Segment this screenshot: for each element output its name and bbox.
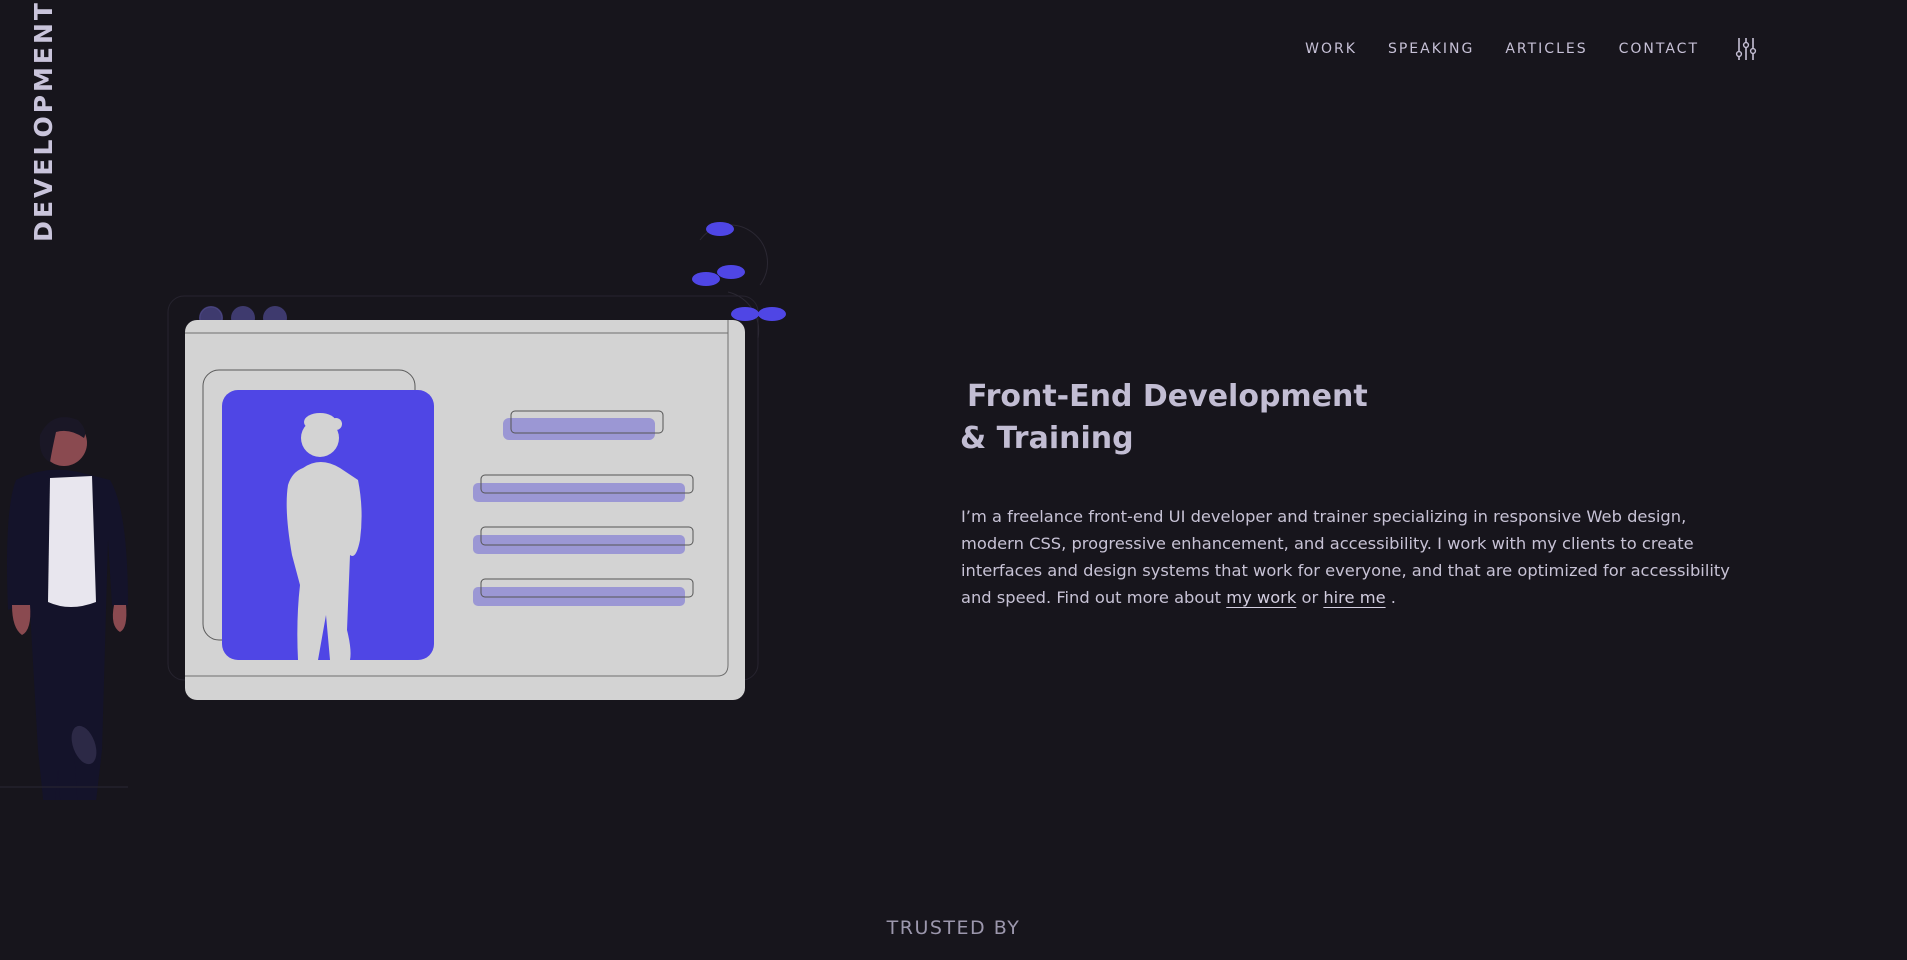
hero-title-line2: & Training (960, 421, 1134, 456)
hero-intro: I’m a freelance front-end UI developer a… (961, 503, 1751, 611)
hero-illustration (0, 222, 786, 800)
hero-title-line1: Front-End Development (967, 379, 1368, 414)
sliders-icon (1735, 38, 1757, 60)
nav-link-work[interactable]: WORK (1305, 41, 1357, 57)
hero-title: Front-End Development & Training (960, 376, 1368, 460)
brand-vertical-logo[interactable]: DEVELOPMENT (20, 0, 66, 242)
brand-vertical-text: DEVELOPMENT (28, 0, 58, 242)
nav-link-articles[interactable]: ARTICLES (1505, 41, 1587, 57)
trusted-by-heading: TRUSTED BY (886, 917, 1021, 939)
intro-end-punct: . (1390, 588, 1396, 607)
nav-link-contact[interactable]: CONTACT (1619, 41, 1699, 57)
floating-dots (692, 222, 786, 321)
nav-link-speaking[interactable]: SPEAKING (1388, 41, 1474, 57)
hire-me-link[interactable]: hire me (1323, 588, 1385, 607)
link-joiner: or (1301, 588, 1319, 607)
settings-button[interactable] (1733, 36, 1759, 62)
standing-person (0, 417, 128, 800)
my-work-link[interactable]: my work (1226, 588, 1296, 607)
main-navigation: WORK SPEAKING ARTICLES CONTACT (1274, 36, 1759, 62)
